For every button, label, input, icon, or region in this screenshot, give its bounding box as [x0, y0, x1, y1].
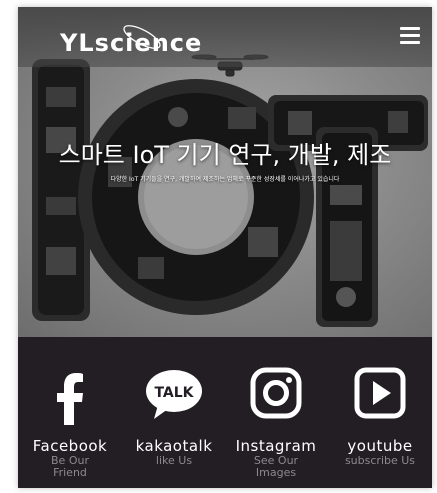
instagram-sub-line2: Images: [255, 466, 297, 479]
kakaotalk-sub-line1: like Us: [155, 454, 193, 467]
kakaotalk-icon: TALK: [146, 370, 202, 419]
facebook-label: Facebook: [32, 437, 108, 455]
hamburger-menu-icon[interactable]: [400, 27, 422, 45]
facebook-link[interactable]: Facebook Be Our Friend: [18, 337, 122, 488]
youtube-icon: [354, 367, 406, 419]
instagram-link[interactable]: Instagram See Our Images: [224, 337, 328, 488]
hero-subtitle: 다양한 IoT 기기들을 연구, 개발하여 제조하는 업체로 꾸준한 성장세를 …: [110, 176, 340, 183]
youtube-label: youtube: [347, 437, 413, 455]
hero-banner: YLscience 스마트 IoT 기기 연구, 개발, 제조 다양한 IoT …: [18, 7, 432, 337]
youtube-sub-line1: subscribe Us: [344, 454, 416, 467]
kakaotalk-link[interactable]: TALK kakaotalk like Us: [122, 337, 226, 488]
instagram-icon: [250, 367, 302, 419]
facebook-icon: [57, 373, 83, 425]
facebook-sub-line2: Friend: [53, 466, 87, 479]
youtube-link[interactable]: youtube subscribe Us: [328, 337, 432, 488]
svg-text:TALK: TALK: [154, 385, 194, 401]
page-frame: YLscience 스마트 IoT 기기 연구, 개발, 제조 다양한 IoT …: [18, 7, 432, 488]
logo-orbit-icon: [123, 25, 161, 49]
social-links-section: Facebook Be Our Friend TALK kakaotalk li…: [18, 337, 432, 488]
kakaotalk-label: kakaotalk: [135, 437, 213, 455]
instagram-label: Instagram: [235, 437, 317, 455]
hero-title: 스마트 IoT 기기 연구, 개발, 제조: [58, 141, 392, 169]
site-logo[interactable]: YLscience: [60, 25, 202, 57]
